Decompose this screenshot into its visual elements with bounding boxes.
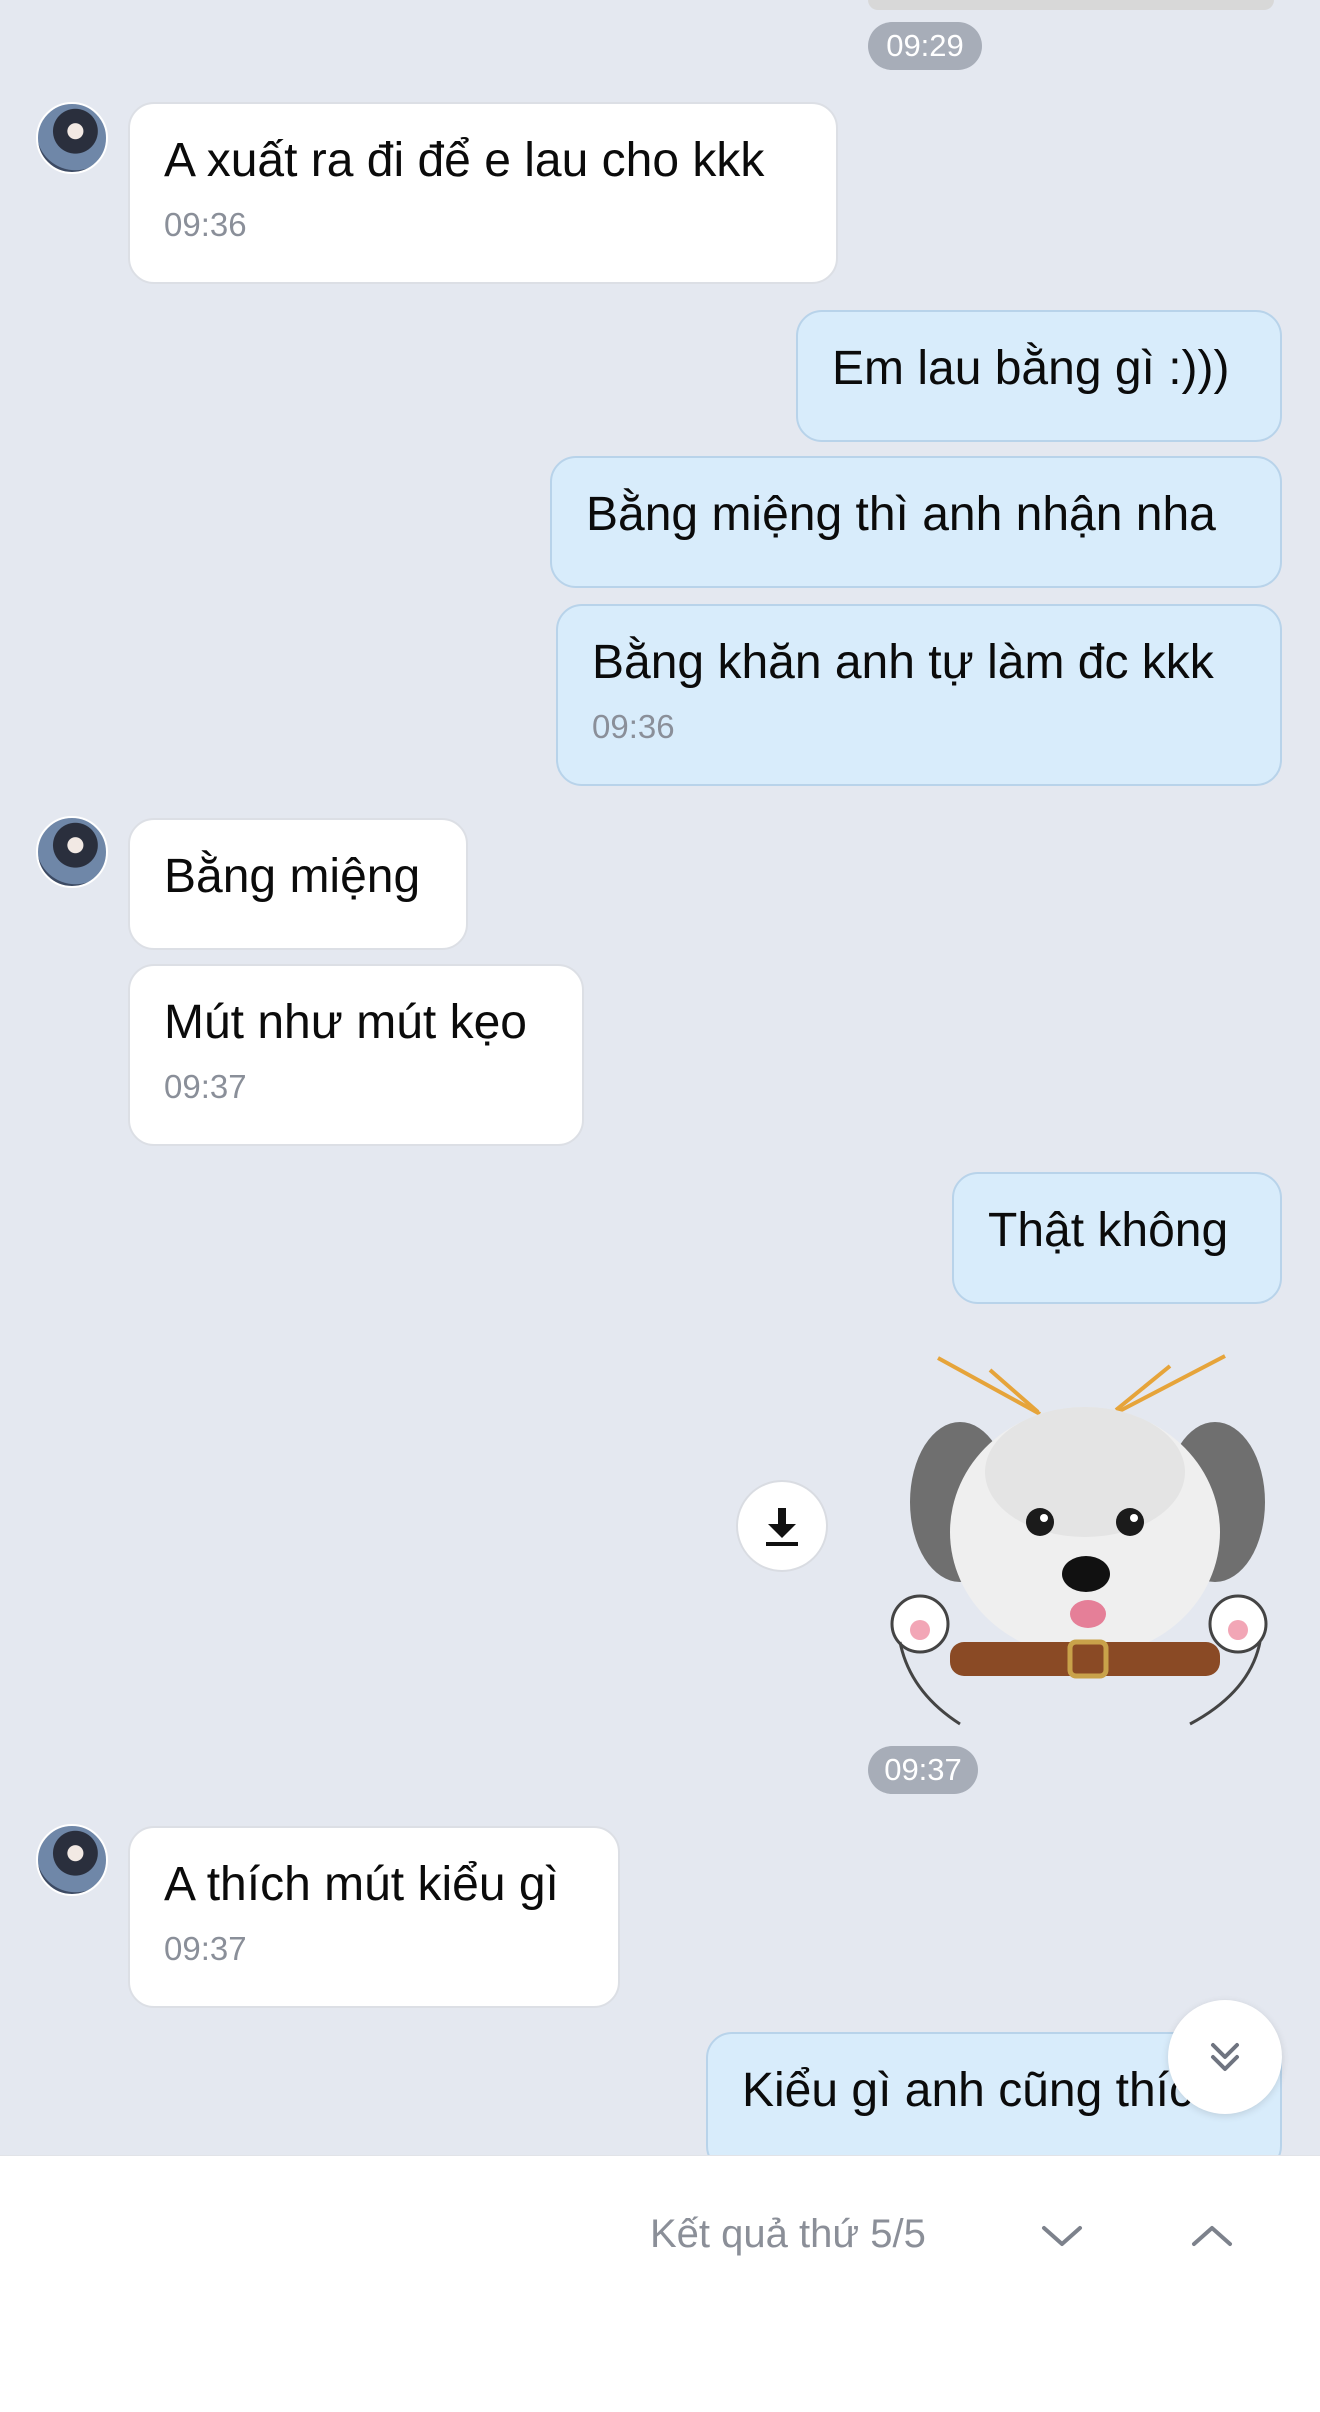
outgoing-message-bubble[interactable]: Em lau bằng gì :))) xyxy=(796,310,1282,442)
message-time: 09:36 xyxy=(592,708,675,745)
incoming-message-bubble[interactable]: Bằng miệng xyxy=(128,818,468,950)
next-result-button[interactable] xyxy=(1032,2206,1092,2266)
timestamp-pill: 09:37 xyxy=(868,1746,978,1794)
contact-avatar[interactable] xyxy=(36,1824,108,1896)
message-text: Bằng miệng xyxy=(164,850,421,903)
outgoing-message-bubble[interactable]: Bằng miệng thì anh nhận nha xyxy=(550,456,1282,588)
message-time: 09:36 xyxy=(164,206,247,243)
contact-avatar[interactable] xyxy=(36,102,108,174)
message-text: Bằng miệng thì anh nhận nha xyxy=(586,488,1216,541)
message-time: 09:37 xyxy=(164,1930,247,1967)
previous-image-message[interactable] xyxy=(868,0,1274,10)
contact-avatar[interactable] xyxy=(36,816,108,888)
previous-result-button[interactable] xyxy=(1182,2206,1242,2266)
message-text: A thích mút kiểu gì xyxy=(164,1858,559,1911)
message-text: Mút như mút kẹo xyxy=(164,996,527,1049)
scroll-to-bottom-button[interactable] xyxy=(1168,2000,1282,2114)
chevron-up-icon xyxy=(1192,2226,1232,2246)
double-chevron-down-icon xyxy=(1211,2043,1239,2071)
search-result-count: Kết quả thứ 5/5 xyxy=(650,2212,926,2256)
outgoing-message-bubble[interactable]: Bằng khăn anh tự làm đc kkk 09:36 xyxy=(556,604,1282,786)
message-text: Em lau bằng gì :))) xyxy=(832,342,1230,395)
message-text: Thật không xyxy=(988,1204,1229,1257)
chevron-down-icon xyxy=(1042,2226,1082,2246)
message-text: A xuất ra đi để e lau cho kkk xyxy=(164,134,765,187)
dog-sticker[interactable] xyxy=(880,1352,1280,1732)
download-button[interactable] xyxy=(736,1480,828,1572)
incoming-message-bubble[interactable]: Mút như mút kẹo 09:37 xyxy=(128,964,584,1146)
incoming-message-bubble[interactable]: A xuất ra đi để e lau cho kkk 09:36 xyxy=(128,102,838,284)
outgoing-message-bubble[interactable]: Thật không xyxy=(952,1172,1282,1304)
timestamp-pill: 09:29 xyxy=(868,22,982,70)
incoming-message-bubble[interactable]: A thích mút kiểu gì 09:37 xyxy=(128,1826,620,2008)
message-text: Bằng khăn anh tự làm đc kkk xyxy=(592,636,1214,689)
search-results-bar: Kết quả thứ 5/5 xyxy=(0,2155,1320,2412)
download-icon xyxy=(766,1508,798,1546)
dog-sticker-icon xyxy=(890,1354,1268,1726)
message-time: 09:37 xyxy=(164,1068,247,1105)
